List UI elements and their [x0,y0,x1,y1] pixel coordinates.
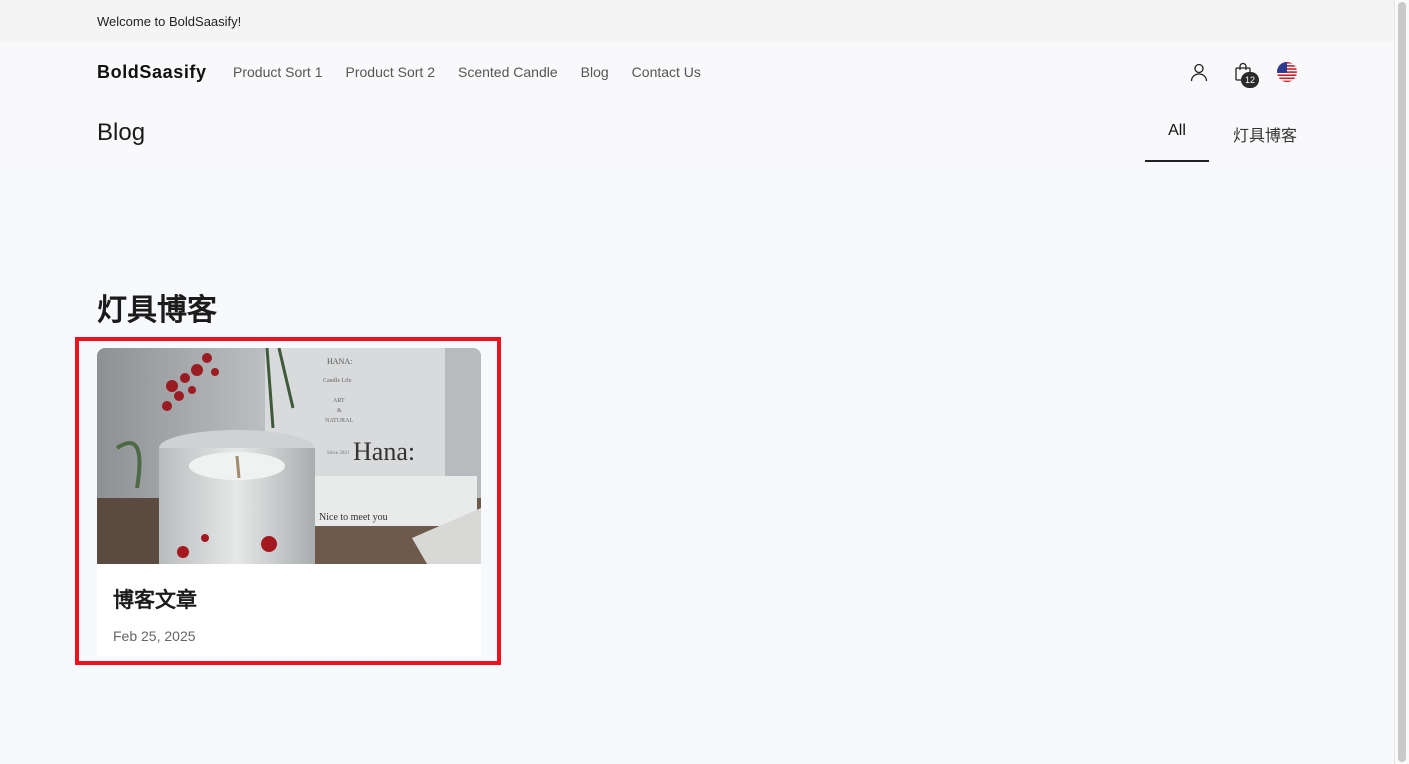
nav-scented-candle[interactable]: Scented Candle [458,64,558,80]
section-title: 灯具博客 [97,294,217,327]
site-header: BoldSaasify Product Sort 1 Product Sort … [0,42,1394,162]
cart-count-badge: 12 [1241,72,1259,88]
box-art1-text: ART [333,398,345,404]
site-logo[interactable]: BoldSaasify [97,62,207,83]
user-icon[interactable] [1187,60,1211,84]
post-date: Feb 25, 2025 [113,628,196,644]
blog-post-card[interactable]: HANA: Candle Life ART & NATURAL Since 20… [97,348,481,656]
card-note-text: Nice to meet you [319,512,388,523]
box-art3-text: NATURAL [325,418,353,424]
tab-lamp-blog[interactable]: 灯具博客 [1233,120,1297,162]
main-nav: Product Sort 1 Product Sort 2 Scented Ca… [233,64,724,80]
nav-product-sort-1[interactable]: Product Sort 1 [233,64,323,80]
tab-all[interactable]: All [1145,120,1209,162]
nav-contact-us[interactable]: Contact Us [632,64,701,80]
box-brand-text: HANA: [327,357,352,366]
post-title[interactable]: 博客文章 [113,584,197,614]
nav-product-sort-2[interactable]: Product Sort 2 [346,64,436,80]
shopping-bag-icon[interactable]: 12 [1231,60,1259,88]
box-since-text: Since 2021 [327,451,350,456]
page: Welcome to BoldSaasify! BoldSaasify Prod… [0,0,1409,764]
box-big-text: Hana: [353,437,415,466]
post-thumbnail-image[interactable]: HANA: Candle Life ART & NATURAL Since 20… [97,348,481,564]
vertical-scrollbar[interactable] [1394,0,1409,764]
announcement-bar: Welcome to BoldSaasify! [0,0,1394,42]
scrollbar-thumb[interactable] [1398,2,1406,762]
page-title: Blog [97,119,146,146]
nav-blog[interactable]: Blog [581,64,609,80]
us-flag-icon[interactable] [1277,62,1297,82]
announcement-text: Welcome to BoldSaasify! [97,14,242,29]
box-line-text: Candle Life [323,377,352,384]
box-art2-text: & [337,408,342,414]
blog-tabs: All 灯具博客 [1145,120,1297,162]
